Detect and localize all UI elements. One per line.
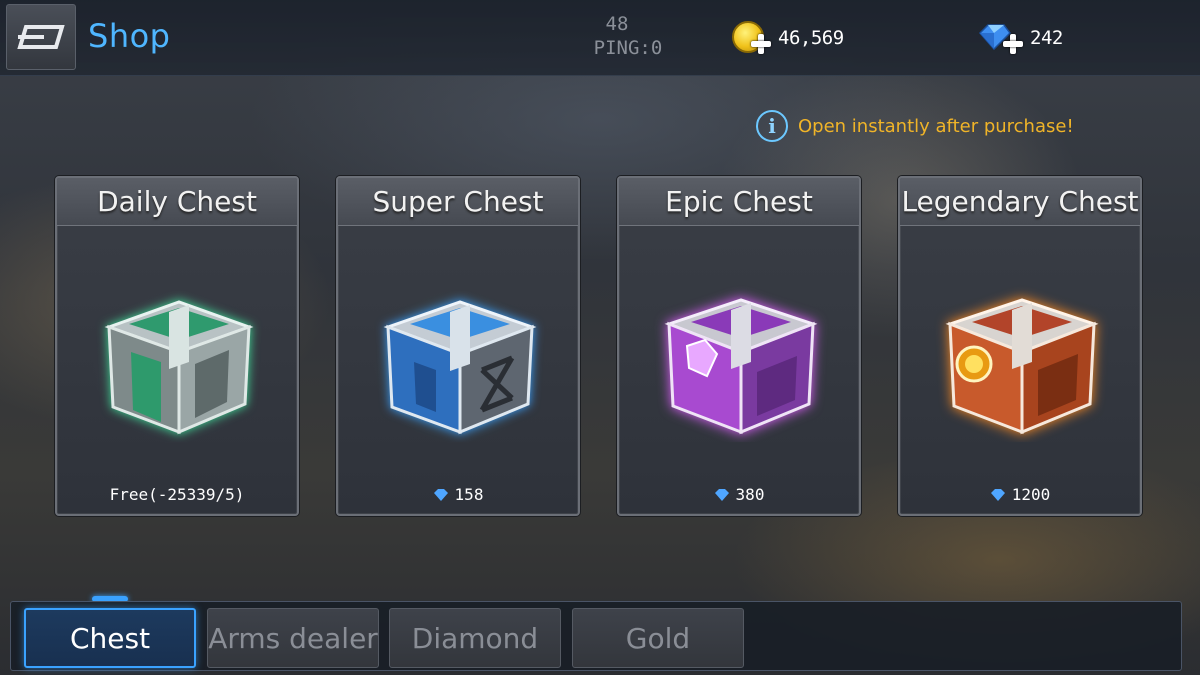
ping-display: 48 PING:0: [588, 12, 668, 60]
top-bar: Shop 48 PING:0 46,569 242: [0, 0, 1200, 76]
purple-chest-icon: [664, 298, 818, 435]
back-arrow-icon: [17, 25, 65, 49]
tab-diamond[interactable]: Diamond: [389, 608, 561, 668]
page-title: Shop: [88, 17, 171, 55]
diamond-icon: [990, 488, 1005, 501]
orange-chest-icon: [945, 298, 1099, 435]
back-button[interactable]: [6, 4, 76, 70]
price-value: 380: [735, 485, 765, 504]
tab-arms-dealer[interactable]: Arms dealer: [207, 608, 379, 668]
purchase-notice: i Open instantly after purchase!: [756, 110, 1074, 142]
notice-text: Open instantly after purchase!: [798, 115, 1074, 137]
diamond-currency[interactable]: 242: [976, 14, 1063, 62]
diamond-icon: [714, 488, 729, 501]
blue-chest-icon: [383, 300, 537, 435]
ping-label: PING:0: [593, 37, 663, 59]
chest-price: 1200: [900, 485, 1140, 504]
chest-name: Daily Chest: [57, 178, 297, 226]
price-value: 1200: [1011, 485, 1051, 504]
gold-coin-plus-icon[interactable]: [732, 19, 772, 57]
diamond-icon: [433, 488, 448, 501]
diamond-plus-icon[interactable]: [976, 19, 1024, 57]
green-chest-icon: [104, 300, 254, 435]
chest-name: Legendary Chest: [900, 178, 1140, 226]
info-icon: i: [756, 110, 788, 142]
chest-name: Epic Chest: [619, 178, 859, 226]
chest-price: 380: [619, 485, 859, 504]
tab-chest[interactable]: Chest: [24, 608, 196, 668]
ping-value: 48: [605, 13, 629, 35]
shop-tab-bar: Chest Arms dealer Diamond Gold: [10, 601, 1182, 671]
chest-price: 158: [338, 485, 578, 504]
gold-currency[interactable]: 46,569: [732, 14, 844, 62]
tab-gold[interactable]: Gold: [572, 608, 744, 668]
price-value: Free(-25339/5): [109, 485, 245, 504]
chest-card-legendary[interactable]: Legendary Chest 1200: [898, 176, 1142, 516]
chest-name: Super Chest: [338, 178, 578, 226]
chest-price: Free(-25339/5): [57, 485, 297, 504]
gold-amount: 46,569: [778, 27, 844, 49]
chest-card-daily[interactable]: Daily Chest Free(-25339/5): [55, 176, 299, 516]
diamond-amount: 242: [1030, 27, 1063, 49]
price-value: 158: [454, 485, 484, 504]
chest-card-super[interactable]: Super Chest 158: [336, 176, 580, 516]
chest-card-epic[interactable]: Epic Chest 380: [617, 176, 861, 516]
